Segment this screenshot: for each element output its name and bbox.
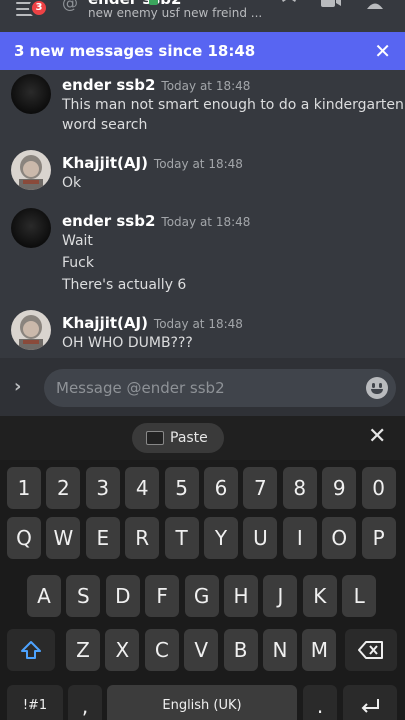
message-text: Ok — [62, 175, 82, 191]
key-1[interactable]: 1 — [7, 467, 41, 509]
shift-key[interactable] — [7, 629, 55, 671]
key-e[interactable]: E — [85, 517, 120, 559]
backspace-icon — [358, 641, 383, 659]
keyboard-toolbar: Paste ✕ — [0, 416, 405, 460]
period-key[interactable]: . — [303, 685, 337, 720]
message-author[interactable]: ender ssb2 — [62, 76, 155, 94]
message-text: word search — [62, 117, 148, 133]
key-p[interactable]: P — [361, 517, 396, 559]
key-c[interactable]: C — [144, 629, 179, 671]
comma-key[interactable]: , — [68, 685, 102, 720]
custom-status: new enemy usf new freind ... — [88, 6, 263, 20]
space-key[interactable]: English (UK) — [107, 685, 297, 720]
avatar-image — [19, 155, 43, 190]
key-j[interactable]: J — [263, 575, 298, 617]
avatar-image — [19, 315, 43, 350]
backspace-key[interactable] — [345, 629, 397, 671]
message-timestamp: Today at 18:48 — [161, 215, 251, 229]
key-a[interactable]: A — [27, 575, 61, 617]
key-m[interactable]: M — [302, 629, 337, 671]
key-g[interactable]: G — [184, 575, 219, 617]
key-f[interactable]: F — [145, 575, 180, 617]
message-author[interactable]: Khajjit(AJ) — [62, 154, 148, 172]
key-n[interactable]: N — [263, 629, 297, 671]
key-o[interactable]: O — [322, 517, 357, 559]
banner-text: 3 new messages since 18:48 — [14, 42, 256, 60]
key-2[interactable]: 2 — [46, 467, 81, 509]
clipboard-icon — [146, 431, 164, 445]
key-5[interactable]: 5 — [164, 467, 199, 509]
key-3[interactable]: 3 — [85, 467, 120, 509]
paste-label: Paste — [170, 430, 208, 446]
key-6[interactable]: 6 — [204, 467, 238, 509]
key-s[interactable]: S — [66, 575, 101, 617]
message-text: Wait — [62, 233, 93, 249]
key-v[interactable]: V — [184, 629, 219, 671]
close-icon[interactable]: ✕ — [368, 424, 386, 449]
key-k[interactable]: K — [302, 575, 337, 617]
key-u[interactable]: U — [243, 517, 278, 559]
emoji-icon[interactable] — [366, 377, 388, 399]
message-author-row: ender ssb2 Today at 18:48 — [62, 76, 250, 94]
close-icon[interactable]: ✕ — [374, 32, 391, 70]
paste-button[interactable]: Paste — [132, 423, 224, 453]
avatar[interactable] — [11, 310, 51, 350]
key-z[interactable]: Z — [66, 629, 100, 671]
key-x[interactable]: X — [105, 629, 140, 671]
call-icon[interactable] — [278, 0, 300, 10]
key-t[interactable]: T — [164, 517, 199, 559]
key-4[interactable]: 4 — [125, 467, 160, 509]
shift-icon — [21, 641, 41, 659]
key-b[interactable]: B — [223, 629, 258, 671]
message-text: Fuck — [62, 255, 94, 271]
enter-icon — [361, 699, 379, 713]
online-status-icon — [149, 0, 158, 5]
message-author-row: ender ssb2 Today at 18:48 — [62, 212, 250, 230]
enter-key[interactable] — [343, 685, 397, 720]
key-y[interactable]: Y — [204, 517, 238, 559]
message-author-row: Khajjit(AJ) Today at 18:48 — [62, 154, 243, 172]
chat-header: 3 @ ender ssb2 new enemy usf new freind … — [0, 0, 405, 32]
message-timestamp: Today at 18:48 — [161, 79, 251, 93]
key-w[interactable]: W — [46, 517, 81, 559]
message-text: OH WHO DUMB??? — [62, 335, 193, 351]
chevron-right-icon[interactable]: › — [14, 376, 21, 397]
composer: › Message @ender ssb2 — [0, 358, 405, 416]
key-r[interactable]: R — [125, 517, 160, 559]
symbols-key[interactable]: !#1 — [7, 685, 63, 720]
video-icon[interactable] — [320, 0, 342, 10]
message-text: This man not smart enough to do a kinder… — [62, 97, 404, 113]
key-7[interactable]: 7 — [243, 467, 278, 509]
new-messages-banner[interactable]: 3 new messages since 18:48 ✕ — [0, 32, 405, 70]
unread-badge: 3 — [29, 0, 49, 18]
key-q[interactable]: Q — [7, 517, 41, 559]
key-8[interactable]: 8 — [282, 467, 317, 509]
message-timestamp: Today at 18:48 — [153, 317, 243, 331]
message-input[interactable]: Message @ender ssb2 — [44, 369, 396, 407]
avatar[interactable] — [11, 150, 51, 190]
message-author[interactable]: Khajjit(AJ) — [62, 314, 148, 332]
avatar[interactable] — [11, 74, 51, 114]
message-author-row: Khajjit(AJ) Today at 18:48 — [62, 314, 243, 332]
members-icon[interactable] — [364, 0, 386, 10]
message-author[interactable]: ender ssb2 — [62, 212, 155, 230]
avatar[interactable] — [11, 208, 51, 248]
message-timestamp: Today at 18:48 — [153, 157, 243, 171]
keyboard: Paste ✕ 1234567890 QWERTYUIOP ASDFGHJKL ZXC… — [0, 416, 405, 720]
key-0[interactable]: 0 — [361, 467, 396, 509]
key-d[interactable]: D — [105, 575, 140, 617]
key-l[interactable]: L — [342, 575, 377, 617]
key-h[interactable]: H — [224, 575, 258, 617]
message-list: ender ssb2 Today at 18:48 This man not sm… — [0, 70, 405, 358]
key-i[interactable]: I — [282, 517, 317, 559]
message-text: There's actually 6 — [62, 277, 187, 293]
at-icon: @ — [62, 0, 78, 12]
key-9[interactable]: 9 — [322, 467, 357, 509]
